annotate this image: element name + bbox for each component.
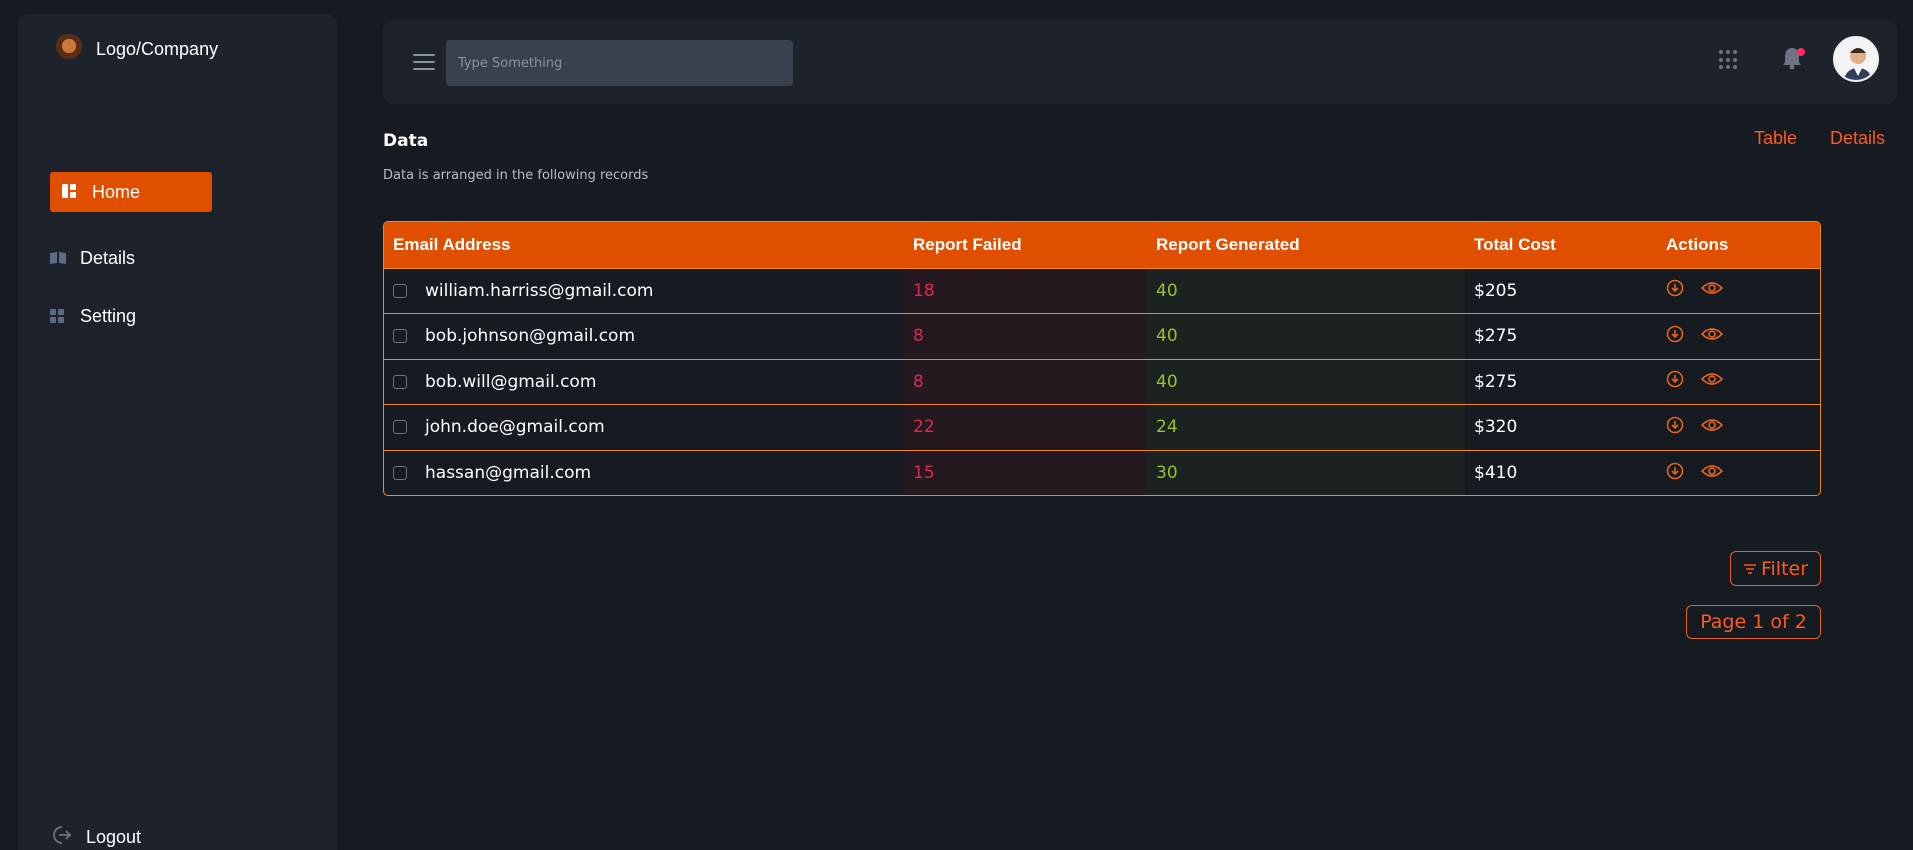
apps-grid-icon[interactable] [1719, 50, 1739, 70]
notification-bell-icon[interactable] [1781, 46, 1805, 74]
view-eye-icon[interactable] [1701, 371, 1724, 392]
hamburger-menu-icon[interactable] [413, 54, 435, 70]
actions-cell [1657, 405, 1820, 451]
data-table: Email Address Report Failed Report Gener… [383, 221, 1821, 496]
sidebar-item-setting[interactable]: Setting [50, 306, 136, 327]
page-title: Data [383, 131, 429, 151]
logout-label: Logout [86, 827, 142, 847]
sidebar-item-label: Home [92, 181, 141, 202]
table-row: bob.johnson@gmail.com 8 40 $275 [384, 313, 1820, 360]
download-icon[interactable] [1666, 370, 1684, 393]
total-cost-cell: $275 [1474, 371, 1518, 392]
sidebar-item-details[interactable]: Details [50, 248, 135, 269]
page-subtitle: Data is arranged in the following record… [383, 168, 649, 183]
notification-badge [1797, 48, 1805, 56]
actions-cell [1657, 359, 1820, 405]
view-eye-icon[interactable] [1701, 326, 1724, 347]
actions-cell [1657, 268, 1820, 314]
company-logo [54, 34, 84, 64]
view-eye-icon[interactable] [1701, 280, 1724, 301]
actions-cell [1657, 450, 1820, 495]
column-header-email[interactable]: Email Address [384, 222, 904, 268]
actions-cell [1657, 314, 1820, 360]
row-checkbox[interactable] [393, 420, 407, 435]
row-checkbox[interactable] [393, 466, 407, 480]
report-failed-cell: 18 [904, 268, 1147, 314]
report-generated-cell: 30 [1147, 450, 1465, 495]
report-generated-cell: 24 [1147, 404, 1465, 450]
report-generated-cell: 40 [1147, 359, 1465, 405]
filter-label: Filter [1760, 557, 1809, 580]
sidebar: Logo/Company Home Details Setting Logout [18, 14, 337, 850]
view-eye-icon[interactable] [1701, 463, 1724, 484]
sidebar-item-label: Details [80, 248, 136, 268]
email-cell: hassan@gmail.com [425, 463, 592, 483]
report-failed-cell: 8 [904, 313, 1147, 359]
total-cost-cell: $275 [1474, 326, 1518, 347]
download-icon[interactable] [1666, 325, 1684, 348]
column-header-total-cost[interactable]: Total Cost [1465, 222, 1657, 268]
brand-name: Logo/Company [96, 38, 219, 59]
table-header-row: Email Address Report Failed Report Gener… [384, 222, 1820, 268]
details-link[interactable]: Details [1830, 128, 1885, 149]
filter-button[interactable]: Filter [1730, 551, 1821, 586]
dashboard-icon [62, 184, 78, 200]
total-cost-cell: $205 [1474, 280, 1518, 301]
view-eye-icon[interactable] [1701, 417, 1724, 438]
column-header-actions: Actions [1666, 234, 1729, 254]
table-row: william.harriss@gmail.com 18 40 $205 [384, 268, 1820, 314]
column-header-report-failed[interactable]: Report Failed [904, 222, 1147, 268]
sidebar-item-home[interactable]: Home [50, 172, 212, 212]
logout-icon [50, 824, 72, 850]
report-generated-cell: 40 [1147, 313, 1465, 359]
report-generated-cell: 40 [1147, 268, 1465, 314]
logout-button[interactable]: Logout [50, 824, 141, 850]
report-failed-cell: 15 [904, 450, 1147, 495]
download-icon[interactable] [1666, 416, 1684, 439]
download-icon[interactable] [1666, 462, 1684, 485]
table-row: john.doe@gmail.com 22 24 $320 [384, 404, 1820, 451]
row-checkbox[interactable] [393, 374, 407, 389]
filter-icon [1743, 558, 1757, 580]
total-cost-cell: $410 [1474, 463, 1518, 483]
table-link[interactable]: Table [1754, 128, 1797, 149]
email-cell: john.doe@gmail.com [425, 417, 605, 438]
user-avatar[interactable] [1833, 36, 1879, 82]
sidebar-item-label: Setting [80, 306, 137, 326]
table-row: hassan@gmail.com 15 30 $410 [384, 450, 1820, 495]
email-cell: bob.johnson@gmail.com [425, 326, 636, 347]
book-icon [50, 251, 66, 267]
column-header-report-generated[interactable]: Report Generated [1147, 222, 1465, 268]
email-cell: bob.will@gmail.com [425, 371, 597, 392]
total-cost-cell: $320 [1474, 417, 1518, 438]
row-checkbox[interactable] [393, 283, 407, 298]
row-checkbox[interactable] [393, 329, 407, 344]
brand[interactable]: Logo/Company [54, 34, 218, 64]
email-cell: william.harriss@gmail.com [425, 280, 654, 301]
search-input[interactable] [446, 40, 793, 86]
report-failed-cell: 8 [904, 359, 1147, 405]
download-icon[interactable] [1666, 279, 1684, 302]
top-bar [383, 20, 1897, 104]
report-failed-cell: 22 [904, 404, 1147, 450]
grid-icon [50, 308, 66, 325]
pagination-indicator[interactable]: Page 1 of 2 [1686, 605, 1821, 639]
table-row: bob.will@gmail.com 8 40 $275 [384, 359, 1820, 405]
